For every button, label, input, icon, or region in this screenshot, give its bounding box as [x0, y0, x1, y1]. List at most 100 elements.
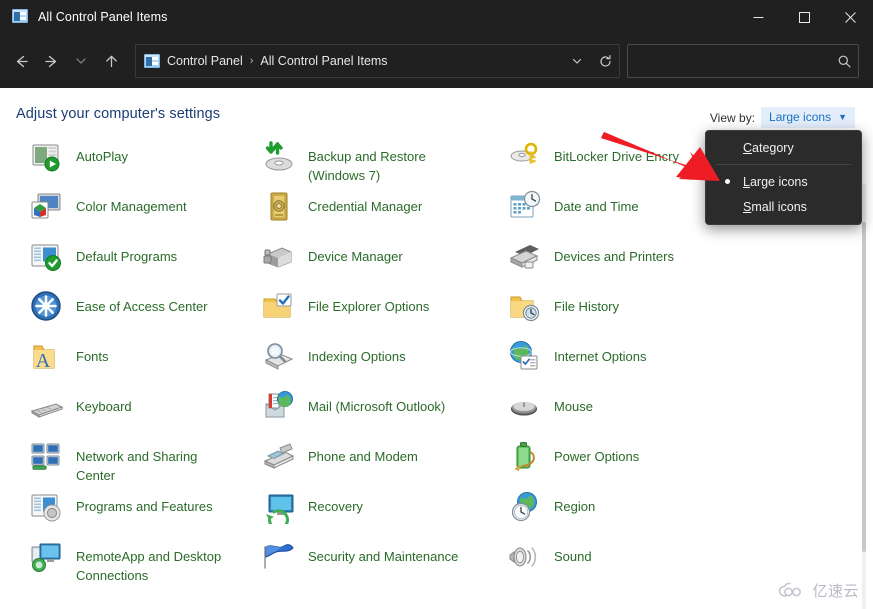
control-panel-item[interactable]: AutoPlay — [30, 140, 128, 174]
control-panel-item[interactable]: BitLocker Drive Encry — [508, 140, 679, 174]
control-panel-item-label[interactable]: Color Management — [76, 190, 187, 216]
view-by-label: View by: — [709, 110, 756, 125]
control-panel-item[interactable]: Region — [508, 490, 595, 524]
control-panel-item-label[interactable]: Backup and Restore (Windows 7) — [308, 140, 426, 185]
control-panel-item-label[interactable]: Security and Maintenance — [308, 540, 458, 566]
scrollbar-thumb[interactable] — [862, 222, 866, 552]
file-history-icon — [508, 290, 542, 324]
search-box[interactable] — [627, 44, 859, 78]
remoteapp-icon — [30, 540, 64, 574]
maximize-button[interactable] — [781, 0, 827, 34]
control-panel-item[interactable]: Device Manager — [262, 240, 403, 274]
vertical-scrollbar[interactable] — [858, 184, 870, 609]
forward-arrow-icon[interactable] — [36, 46, 66, 76]
control-panel-item[interactable]: RemoteApp and Desktop Connections — [30, 540, 221, 585]
control-panel-window: All Control Panel Items Control Panel › … — [0, 0, 873, 609]
control-panel-item-label[interactable]: File Explorer Options — [308, 290, 429, 316]
menu-item-label: mall icons — [751, 199, 807, 214]
control-panel-item-label[interactable]: Power Options — [554, 440, 639, 466]
control-panel-item[interactable]: Backup and Restore (Windows 7) — [262, 140, 426, 185]
control-panel-item-label[interactable]: Default Programs — [76, 240, 177, 266]
control-panel-item[interactable]: Network and Sharing Center — [30, 440, 197, 485]
control-panel-item-label[interactable]: Mail (Microsoft Outlook) — [308, 390, 445, 416]
network-sharing-icon — [30, 440, 64, 474]
control-panel-item[interactable]: Ease of Access Center — [30, 290, 208, 324]
menu-item-mnemonic: S — [743, 199, 752, 214]
address-history-chevron-icon[interactable] — [563, 45, 591, 77]
control-panel-item[interactable]: Security and Maintenance — [262, 540, 458, 574]
recovery-icon — [262, 490, 296, 524]
indexing-options-icon — [262, 340, 296, 374]
control-panel-item-label[interactable]: Mouse — [554, 390, 593, 416]
search-input[interactable] — [628, 54, 830, 68]
control-panel-item-label[interactable]: Date and Time — [554, 190, 639, 216]
control-panel-item-label[interactable]: Indexing Options — [308, 340, 406, 366]
control-panel-item[interactable]: File Explorer Options — [262, 290, 429, 324]
control-panel-item[interactable]: Power Options — [508, 440, 639, 474]
control-panel-item[interactable]: Credential Manager — [262, 190, 422, 224]
control-panel-item[interactable]: Sound — [508, 540, 592, 574]
mail-icon — [262, 390, 296, 424]
control-panel-item[interactable]: File History — [508, 290, 619, 324]
chevron-down-icon: ▼ — [838, 111, 847, 122]
control-panel-item-label[interactable]: File History — [554, 290, 619, 316]
color-management-icon — [30, 190, 64, 224]
sound-icon — [508, 540, 542, 574]
programs-features-icon — [30, 490, 64, 524]
control-panel-item[interactable]: Date and Time — [508, 190, 639, 224]
control-panel-item-label[interactable]: Keyboard — [76, 390, 132, 416]
control-panel-item-label[interactable]: Credential Manager — [308, 190, 422, 216]
control-panel-item-label[interactable]: Phone and Modem — [308, 440, 418, 466]
menu-item-label: ategory — [752, 140, 794, 155]
control-panel-item-label[interactable]: RemoteApp and Desktop Connections — [76, 540, 221, 585]
control-panel-item[interactable]: Devices and Printers — [508, 240, 674, 274]
view-by-dropdown-menu: Category Large icons Small icons — [705, 130, 862, 225]
control-panel-item[interactable]: Color Management — [30, 190, 187, 224]
control-panel-item-label[interactable]: Recovery — [308, 490, 363, 516]
control-panel-item-label[interactable]: Sound — [554, 540, 592, 566]
cloud-logo-icon — [779, 582, 802, 597]
control-panel-item-label[interactable]: AutoPlay — [76, 140, 128, 166]
control-panel-item-label[interactable]: Internet Options — [554, 340, 647, 366]
control-panel-item-label[interactable]: Programs and Features — [76, 490, 213, 516]
control-panel-item[interactable]: Indexing Options — [262, 340, 406, 374]
control-panel-item[interactable]: Recovery — [262, 490, 363, 524]
page-title: Adjust your computer's settings — [16, 106, 221, 122]
up-arrow-icon[interactable] — [96, 46, 126, 76]
control-panel-item-label[interactable]: Ease of Access Center — [76, 290, 208, 316]
address-bar[interactable]: Control Panel › All Control Panel Items — [135, 44, 620, 78]
security-maintenance-icon — [262, 540, 296, 574]
credential-manager-icon — [262, 190, 296, 224]
menu-separator — [716, 164, 851, 165]
control-panel-item-label[interactable]: Devices and Printers — [554, 240, 674, 266]
refresh-icon[interactable] — [591, 45, 619, 77]
close-button[interactable] — [827, 0, 873, 34]
control-panel-item-label[interactable]: Fonts — [76, 340, 109, 366]
device-manager-icon — [262, 240, 296, 274]
menu-item-small-icons[interactable]: Small icons — [706, 194, 861, 219]
breadcrumb-control-panel[interactable]: Control Panel — [167, 54, 243, 68]
control-panel-item-label[interactable]: Network and Sharing Center — [76, 440, 197, 485]
control-panel-item[interactable]: Programs and Features — [30, 490, 213, 524]
menu-item-category[interactable]: Category — [706, 135, 861, 160]
menu-item-large-icons[interactable]: Large icons — [706, 169, 861, 194]
window-title: All Control Panel Items — [38, 10, 168, 24]
power-options-icon — [508, 440, 542, 474]
control-panel-item-label[interactable]: Region — [554, 490, 595, 516]
control-panel-item[interactable]: Mail (Microsoft Outlook) — [262, 390, 445, 424]
control-panel-item[interactable]: Default Programs — [30, 240, 177, 274]
breadcrumb-all-control-panel-items[interactable]: All Control Panel Items — [260, 54, 387, 68]
autoplay-icon — [30, 140, 64, 174]
control-panel-item[interactable]: Internet Options — [508, 340, 647, 374]
control-panel-item-label[interactable]: BitLocker Drive Encry — [554, 140, 679, 166]
view-by-button[interactable]: Large icons ▼ — [761, 107, 855, 128]
control-panel-item[interactable]: Phone and Modem — [262, 440, 418, 474]
control-panel-icon — [12, 9, 28, 25]
control-panel-item-label[interactable]: Device Manager — [308, 240, 403, 266]
control-panel-item[interactable]: A Fonts — [30, 340, 109, 374]
back-arrow-icon[interactable] — [6, 46, 36, 76]
minimize-button[interactable] — [735, 0, 781, 34]
control-panel-item[interactable]: Keyboard — [30, 390, 132, 424]
chevron-down-icon[interactable] — [66, 46, 96, 76]
control-panel-item[interactable]: Mouse — [508, 390, 593, 424]
